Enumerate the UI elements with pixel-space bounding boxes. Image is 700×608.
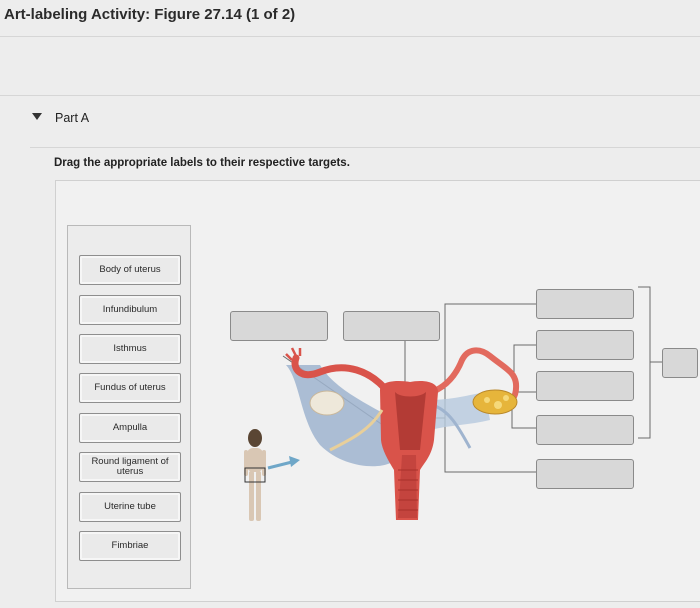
label-fundus-of-uterus[interactable]: Fundus of uterus: [79, 373, 181, 403]
body-figure-icon: [244, 429, 266, 521]
label-isthmus[interactable]: Isthmus: [79, 334, 181, 364]
drop-target-6[interactable]: [536, 415, 634, 445]
drop-target-8[interactable]: [662, 348, 698, 378]
drop-target-4[interactable]: [536, 330, 634, 360]
label-body-of-uterus[interactable]: Body of uterus: [79, 255, 181, 285]
label-ampulla[interactable]: Ampulla: [79, 413, 181, 443]
drop-target-2[interactable]: [343, 311, 440, 341]
drop-target-3[interactable]: [536, 289, 634, 319]
label-fimbriae[interactable]: Fimbriae: [79, 531, 181, 561]
drop-target-1[interactable]: [230, 311, 328, 341]
drop-target-7[interactable]: [536, 459, 634, 489]
label-round-ligament-of-uterus[interactable]: Round ligament of uterus: [79, 452, 181, 482]
label-infundibulum[interactable]: Infundibulum: [79, 295, 181, 325]
drop-target-5[interactable]: [536, 371, 634, 401]
label-uterine-tube[interactable]: Uterine tube: [79, 492, 181, 522]
